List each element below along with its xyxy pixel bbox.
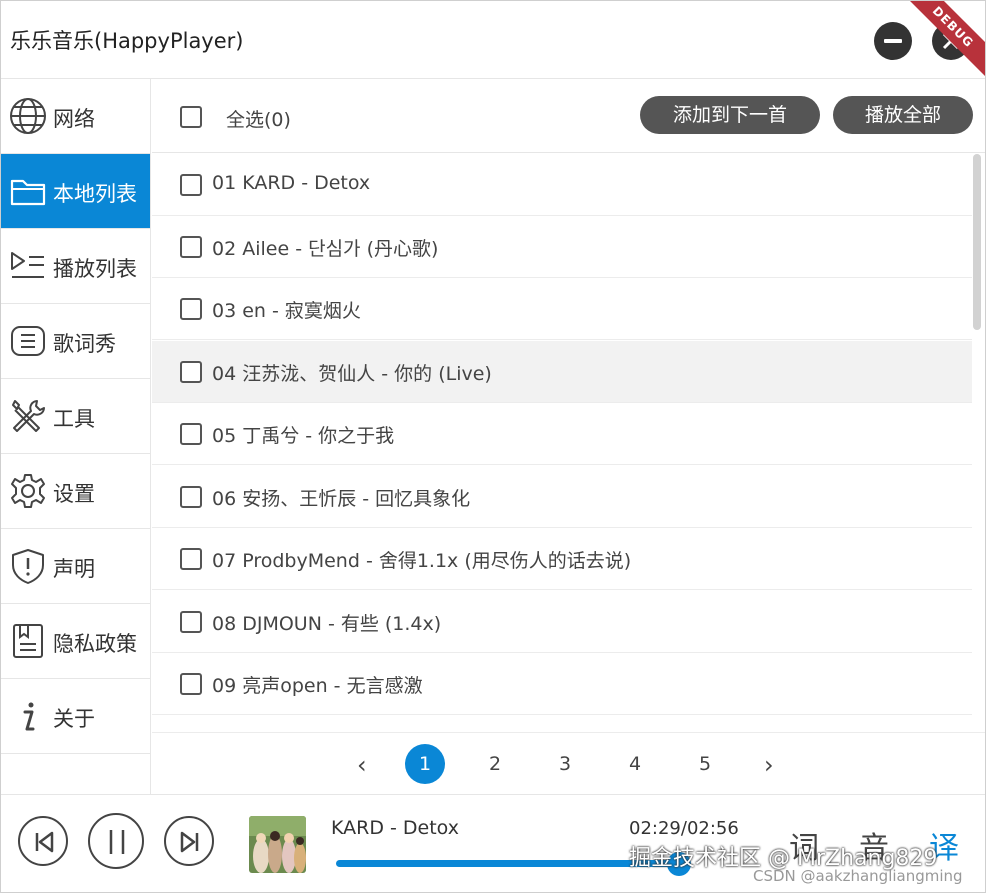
- page-3[interactable]: 3: [545, 744, 585, 784]
- lyrics-icon: [11, 326, 45, 356]
- prev-page-button[interactable]: ‹: [357, 751, 367, 779]
- minimize-button[interactable]: [874, 22, 912, 60]
- list-item[interactable]: 07 ProdbyMend - 舍得1.1x (用尽伤人的话去说): [152, 528, 972, 590]
- list-item[interactable]: 01 KARD - Detox: [152, 154, 972, 216]
- add-to-next-button[interactable]: 添加到下一首: [640, 96, 820, 134]
- song-title: 06 安扬、王忻辰 - 回忆具象化: [212, 488, 471, 510]
- song-checkbox[interactable]: [180, 236, 202, 258]
- song-title: 03 en - 寂寞烟火: [212, 300, 361, 322]
- sidebar-item-label: 声明: [53, 557, 95, 581]
- app-window: 乐乐音乐(HappyPlayer) DEBUG 网络 本地列表 播放列表 歌词秀…: [0, 0, 986, 893]
- sidebar-item-label: 隐私政策: [53, 632, 137, 656]
- song-title: 02 Ailee - 단심가 (丹心歌): [212, 238, 439, 260]
- song-title: 05 丁禹兮 - 你之于我: [212, 425, 395, 447]
- gear-icon: [11, 474, 45, 508]
- list-item[interactable]: 03 en - 寂寞烟火: [152, 278, 972, 340]
- song-title: 07 ProdbyMend - 舍得1.1x (用尽伤人的话去说): [212, 550, 632, 572]
- sidebar-item-about[interactable]: 关于: [1, 679, 150, 754]
- title-bar: 乐乐音乐(HappyPlayer) DEBUG: [1, 1, 985, 85]
- now-playing-title: KARD - Detox: [331, 817, 459, 839]
- list-item[interactable]: 02 Ailee - 단심가 (丹心歌): [152, 216, 972, 278]
- page-4[interactable]: 4: [615, 744, 655, 784]
- select-all-label[interactable]: 全选(0): [226, 105, 291, 132]
- list-toolbar: 全选(0) 添加到下一首 播放全部: [152, 79, 985, 153]
- sidebar: 网络 本地列表 播放列表 歌词秀 工具 设置 声明 隐私政策 关于: [1, 79, 151, 794]
- player-bar: KARD - Detox 02:29/02:56 词 音 译 掘金技术社区 @ …: [1, 794, 985, 892]
- album-art-image: [249, 816, 306, 873]
- window-title: 乐乐音乐(HappyPlayer): [10, 29, 244, 53]
- list-item[interactable]: 09 亮声open - 无言感激: [152, 653, 972, 715]
- sidebar-item-tools[interactable]: 工具: [1, 379, 150, 454]
- next-track-button[interactable]: [164, 816, 214, 866]
- list-item[interactable]: 04 汪苏泷、贺仙人 - 你的 (Live): [152, 341, 972, 403]
- sidebar-item-playlist[interactable]: 播放列表: [1, 229, 150, 304]
- list-item[interactable]: 05 丁禹兮 - 你之于我: [152, 403, 972, 465]
- page-5[interactable]: 5: [685, 744, 725, 784]
- sidebar-item-privacy[interactable]: 隐私政策: [1, 604, 150, 679]
- song-title: 04 汪苏泷、贺仙人 - 你的 (Live): [212, 363, 492, 385]
- song-list: 01 KARD - Detox 02 Ailee - 단심가 (丹心歌) 03 …: [152, 154, 985, 794]
- sidebar-item-statement[interactable]: 声明: [1, 529, 150, 604]
- pagination: ‹ 1 2 3 4 5 ›: [152, 732, 985, 794]
- previous-track-button[interactable]: [18, 816, 68, 866]
- folder-icon: [10, 179, 46, 206]
- song-checkbox[interactable]: [180, 486, 202, 508]
- sidebar-item-network[interactable]: 网络: [1, 79, 150, 154]
- pause-button[interactable]: [88, 813, 144, 869]
- document-icon: [13, 624, 43, 658]
- song-checkbox[interactable]: [180, 673, 202, 695]
- globe-icon: [10, 98, 46, 134]
- song-checkbox[interactable]: [180, 548, 202, 570]
- play-all-button[interactable]: 播放全部: [833, 96, 973, 134]
- sidebar-item-label: 歌词秀: [53, 332, 116, 356]
- sidebar-item-settings[interactable]: 设置: [1, 454, 150, 529]
- list-item[interactable]: 08 DJMOUN - 有些 (1.4x): [152, 591, 972, 653]
- song-title: 01 KARD - Detox: [212, 172, 371, 194]
- page-1[interactable]: 1: [405, 744, 445, 784]
- select-all-checkbox[interactable]: [180, 106, 202, 128]
- playback-time: 02:29/02:56: [629, 818, 739, 839]
- watermark-subtext: CSDN @aakzhangliangming: [753, 867, 963, 885]
- main-panel: 全选(0) 添加到下一首 播放全部 01 KARD - Detox 02 Ail…: [152, 79, 985, 794]
- album-cover[interactable]: [249, 816, 306, 873]
- sidebar-item-label: 本地列表: [53, 182, 137, 206]
- sidebar-item-label: 网络: [53, 107, 95, 131]
- sidebar-item-label: 播放列表: [53, 257, 137, 281]
- skip-forward-icon: [180, 831, 199, 853]
- song-title: 08 DJMOUN - 有些 (1.4x): [212, 613, 442, 635]
- song-checkbox[interactable]: [180, 423, 202, 445]
- song-checkbox[interactable]: [180, 298, 202, 320]
- song-checkbox[interactable]: [180, 174, 202, 196]
- song-title: 09 亮声open - 无言感激: [212, 675, 423, 697]
- song-checkbox[interactable]: [180, 361, 202, 383]
- sidebar-item-label: 工具: [53, 407, 95, 431]
- info-icon: [23, 702, 35, 731]
- next-page-button[interactable]: ›: [764, 751, 774, 779]
- pause-icon: [109, 830, 125, 854]
- sidebar-item-lyrics[interactable]: 歌词秀: [1, 304, 150, 379]
- song-checkbox[interactable]: [180, 611, 202, 633]
- skip-back-icon: [35, 831, 54, 853]
- tools-icon: [12, 400, 45, 432]
- sidebar-item-label: 设置: [53, 482, 95, 506]
- list-item[interactable]: 06 安扬、王忻辰 - 回忆具象化: [152, 466, 972, 528]
- playlist-icon: [11, 252, 44, 278]
- list-scrollbar[interactable]: [973, 154, 981, 330]
- sidebar-item-label: 关于: [53, 707, 95, 731]
- sidebar-item-local-list[interactable]: 本地列表: [1, 154, 150, 229]
- shield-icon: [12, 549, 44, 584]
- page-2[interactable]: 2: [475, 744, 515, 784]
